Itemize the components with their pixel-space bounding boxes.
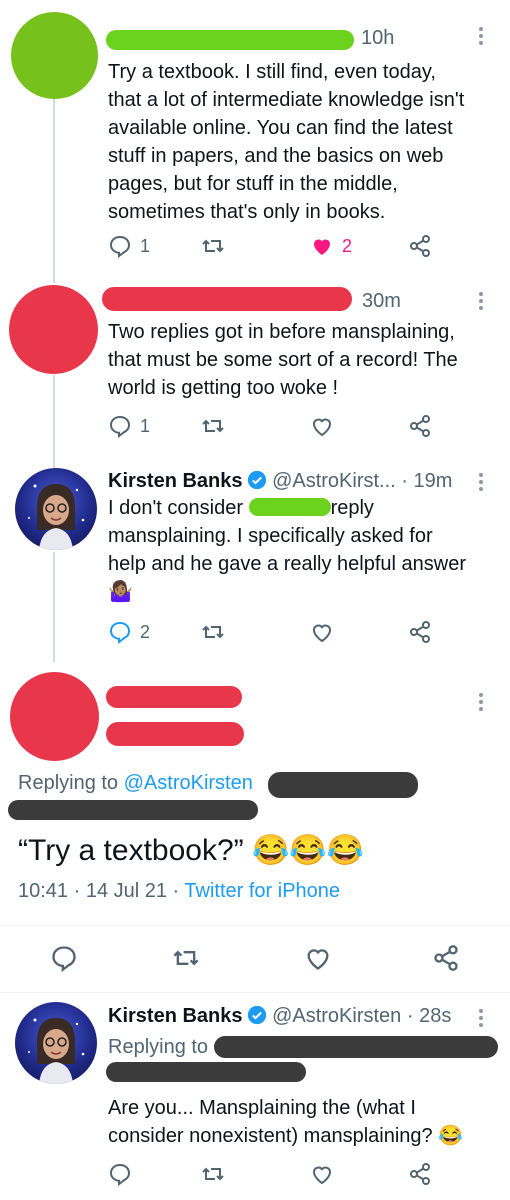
tweet-time: 10h xyxy=(361,27,395,49)
like-icon xyxy=(312,418,332,437)
like-button[interactable] xyxy=(310,414,334,438)
tweet-time: · 19m xyxy=(401,470,453,492)
tweet-header: Kirsten Banks @AstroKirsten · 28s xyxy=(108,1005,451,1028)
share-icon xyxy=(410,621,430,643)
focused-tweet-text: “Try a textbook?” 😂😂😂 xyxy=(18,834,365,867)
avatar[interactable] xyxy=(11,12,98,99)
share-icon xyxy=(410,235,430,257)
share-icon xyxy=(410,1163,430,1185)
like-button[interactable] xyxy=(310,1162,334,1186)
like-icon xyxy=(312,624,332,643)
reply-button[interactable]: 1 xyxy=(108,234,150,258)
share-button[interactable] xyxy=(408,234,432,258)
avatar[interactable] xyxy=(10,672,99,761)
avatar[interactable] xyxy=(9,285,98,374)
like-button[interactable] xyxy=(304,944,332,972)
retweet-icon xyxy=(202,239,224,253)
like-icon-filled xyxy=(314,239,330,255)
reply-icon xyxy=(109,621,131,644)
replying-to: Replying to @AstroKirsten xyxy=(18,772,253,794)
more-icon[interactable] xyxy=(478,24,484,48)
retweet-icon xyxy=(173,950,199,966)
retweet-button[interactable] xyxy=(172,944,200,972)
reply-button[interactable]: 2 xyxy=(108,620,150,644)
reply-button[interactable] xyxy=(50,944,78,972)
thread-line xyxy=(53,552,55,662)
share-button[interactable] xyxy=(408,1162,432,1186)
reply-icon xyxy=(109,235,131,258)
retweet-button[interactable] xyxy=(201,414,225,438)
avatar-illustration xyxy=(28,484,85,550)
redacted-mention xyxy=(8,800,258,820)
laughing-emojis: 😂😂😂 xyxy=(251,834,365,867)
display-name[interactable]: Kirsten Banks xyxy=(108,470,243,492)
reply-count: 1 xyxy=(140,235,151,256)
retweet-icon xyxy=(202,419,224,433)
more-icon[interactable] xyxy=(478,690,484,714)
tweet-text: Are you... Mansplaining the (what I cons… xyxy=(108,1097,464,1147)
retweet-icon xyxy=(202,625,224,639)
reply-button[interactable]: 1 xyxy=(108,414,150,438)
like-count: 2 xyxy=(342,235,353,256)
redacted-handle xyxy=(106,722,244,746)
redacted-mention xyxy=(214,1036,498,1058)
redacted-display-name xyxy=(106,686,242,708)
more-icon[interactable] xyxy=(478,1006,484,1030)
like-icon xyxy=(312,1166,332,1185)
share-icon xyxy=(410,415,430,437)
tweet-time: · 28s xyxy=(406,1005,452,1027)
redacted-mention xyxy=(248,498,331,516)
reply-count: 1 xyxy=(140,415,151,436)
verified-badge-icon xyxy=(247,470,266,490)
tweet-text: I don't consider reply mansplaining. I s… xyxy=(108,494,498,606)
share-button[interactable] xyxy=(408,620,432,644)
avatar-illustration xyxy=(28,1018,85,1084)
reply-count: 2 xyxy=(140,621,151,642)
verified-badge-icon xyxy=(247,1005,266,1025)
reply-icon xyxy=(109,415,131,438)
source-link[interactable]: Twitter for iPhone xyxy=(184,880,340,902)
redacted-username xyxy=(106,30,354,50)
replying-handle-link[interactable]: @AstroKirsten xyxy=(124,772,253,794)
retweet-icon xyxy=(202,1167,224,1181)
timestamp: 10:41 · 14 Jul 21 · xyxy=(18,880,180,902)
like-button[interactable] xyxy=(310,620,334,644)
avatar-kirsten[interactable] xyxy=(15,468,97,550)
tweet-header: Kirsten Banks @AstroKirst... · 19m xyxy=(108,470,452,493)
redacted-mention xyxy=(268,772,418,798)
thread-line xyxy=(53,98,55,283)
handle[interactable]: @AstroKirsten xyxy=(272,1005,401,1027)
shrug-emoji: 🤷🏽‍♀️ xyxy=(108,581,133,603)
avatar-kirsten[interactable] xyxy=(15,1002,97,1084)
laughing-emoji: 😂 xyxy=(438,1125,464,1147)
tweet-text: Try a textbook. I still find, even today… xyxy=(108,61,465,223)
timestamp-line: 10:41 · 14 Jul 21 · Twitter for iPhone xyxy=(18,880,340,903)
handle[interactable]: @AstroKirst... xyxy=(272,470,396,492)
thread-line xyxy=(53,375,55,470)
share-button[interactable] xyxy=(408,414,432,438)
reply-icon xyxy=(109,1163,131,1186)
divider xyxy=(0,992,510,993)
retweet-button[interactable] xyxy=(201,234,225,258)
reply-icon xyxy=(52,946,76,972)
more-icon[interactable] xyxy=(478,289,484,313)
tweet-time: 30m xyxy=(362,290,401,312)
more-icon[interactable] xyxy=(478,470,484,494)
like-icon xyxy=(307,949,329,970)
redacted-username xyxy=(102,287,352,311)
share-button[interactable] xyxy=(432,944,460,972)
reply-button[interactable] xyxy=(108,1162,132,1186)
like-button[interactable]: 2 xyxy=(310,234,352,258)
replying-to: Replying to xyxy=(108,1036,209,1058)
redacted-mention xyxy=(106,1062,306,1082)
share-icon xyxy=(434,945,458,971)
retweet-button[interactable] xyxy=(201,1162,225,1186)
divider xyxy=(0,925,510,926)
tweet-text: Two replies got in before mansplaining, … xyxy=(108,321,458,399)
retweet-button[interactable] xyxy=(201,620,225,644)
display-name[interactable]: Kirsten Banks xyxy=(108,1005,243,1027)
